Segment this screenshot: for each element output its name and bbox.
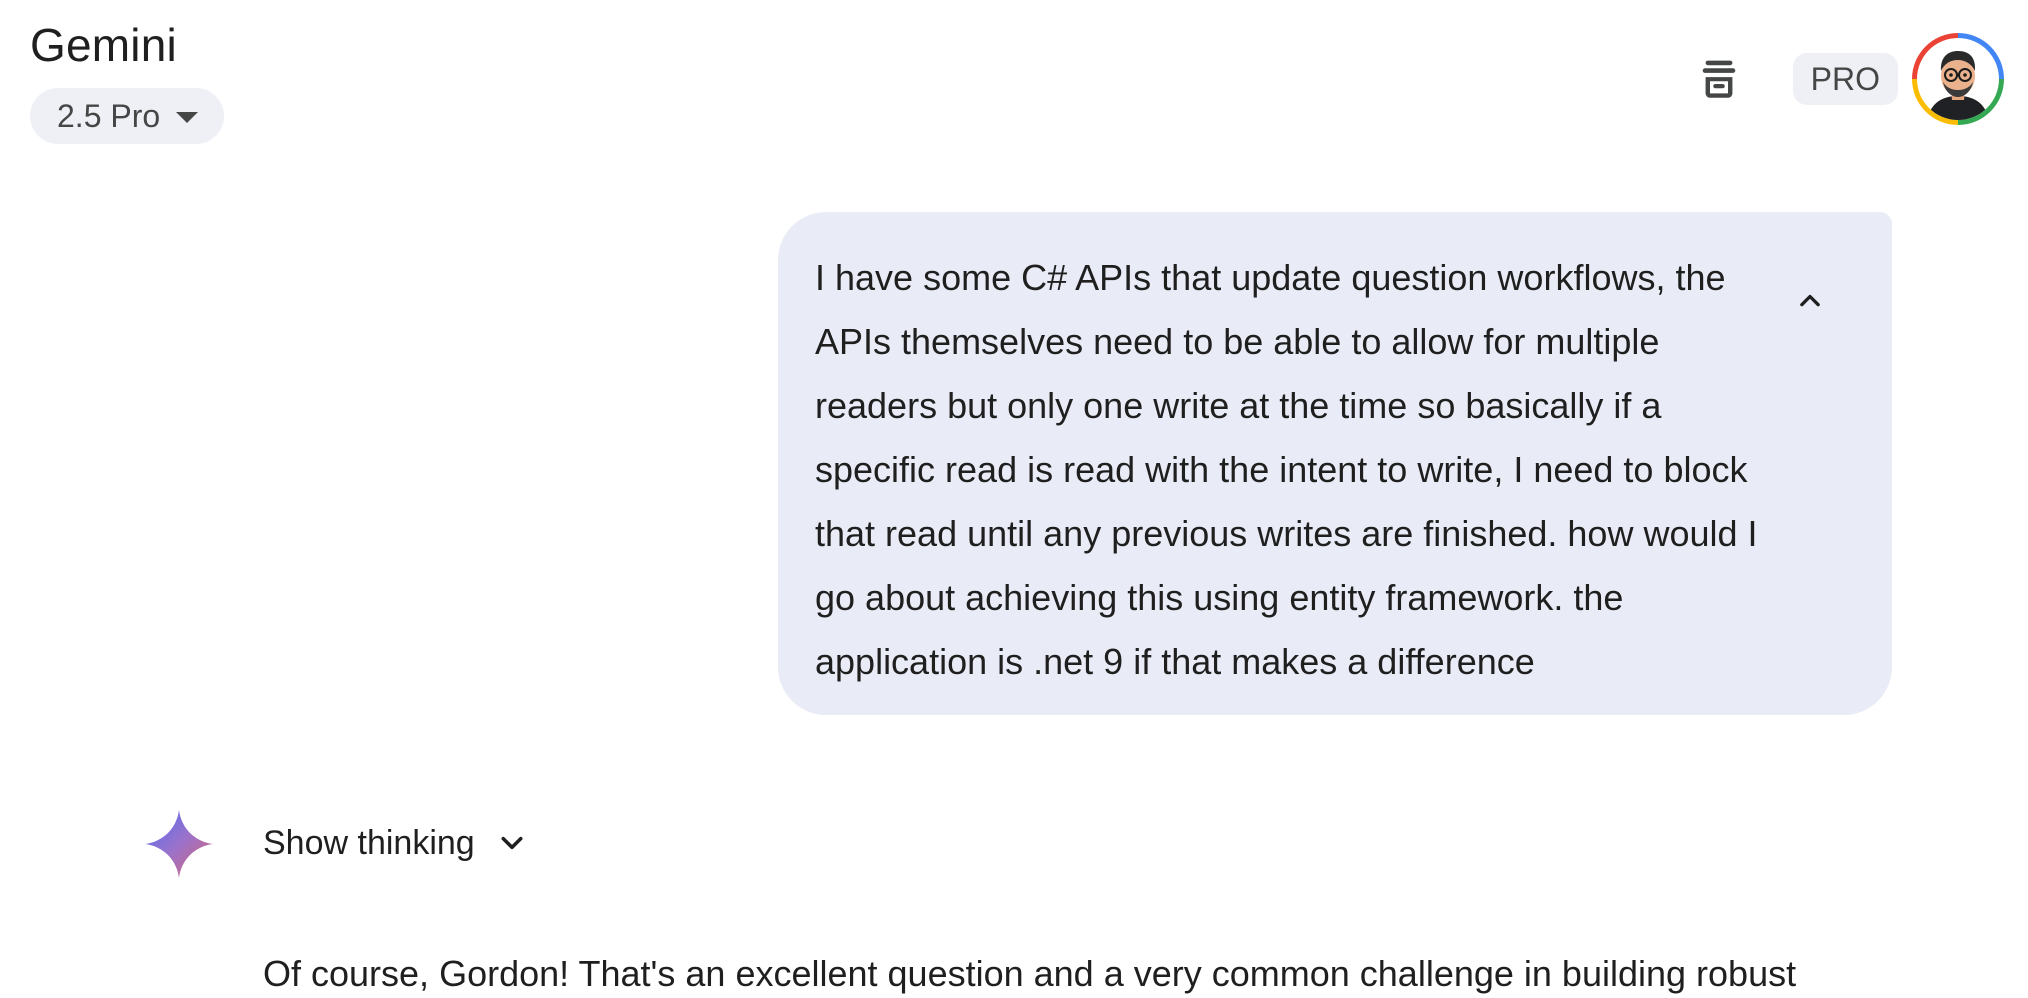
pro-badge: PRO xyxy=(1792,53,1898,105)
user-message-bubble: I have some C# APIs that update question… xyxy=(778,212,1892,715)
show-thinking-button[interactable]: Show thinking xyxy=(263,816,527,870)
model-label: 2.5 Pro xyxy=(57,97,161,134)
caret-down-icon xyxy=(176,111,199,123)
top-actions: PRO xyxy=(1689,32,2004,126)
user-avatar-icon xyxy=(1927,51,1989,120)
collapse-message-button[interactable] xyxy=(1792,282,1828,318)
chevron-up-icon xyxy=(1800,294,1820,307)
gemini-spark-icon xyxy=(145,810,213,878)
model-selector[interactable]: 2.5 Pro xyxy=(30,88,225,144)
avatar[interactable] xyxy=(1912,33,2004,125)
clear-all-button[interactable] xyxy=(1689,49,1749,109)
app-title: Gemini xyxy=(30,19,177,71)
clear-all-icon xyxy=(1702,60,1735,98)
chevron-down-icon xyxy=(501,836,523,850)
user-message-text: I have some C# APIs that update question… xyxy=(815,257,1758,682)
model-response-text: Of course, Gordon! That's an excellent q… xyxy=(263,953,1797,994)
show-thinking-label: Show thinking xyxy=(263,823,475,862)
